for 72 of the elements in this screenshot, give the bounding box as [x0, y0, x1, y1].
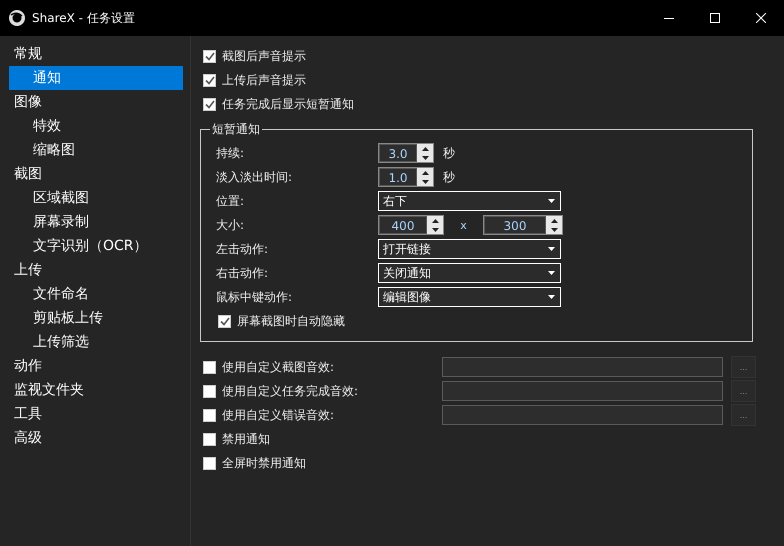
maximize-icon[interactable] — [710, 13, 720, 23]
checkbox-label[interactable]: 使用自定义截图音效: — [222, 358, 334, 376]
checkbox[interactable] — [203, 432, 216, 446]
checkbox-label[interactable]: 上传后声音提示 — [222, 72, 306, 88]
checkbox[interactable] — [203, 360, 216, 374]
sidebar-item[interactable]: 上传筛选 — [9, 330, 183, 354]
checkbox-label[interactable]: 全屏时禁用通知 — [222, 454, 306, 472]
browse-button[interactable]: ... — [731, 404, 756, 426]
browse-button[interactable]: ... — [731, 380, 756, 402]
checkbox-label[interactable]: 截图后声音提示 — [222, 48, 306, 64]
caret-icon — [548, 199, 555, 203]
close-icon[interactable] — [756, 13, 766, 23]
separator-label: x — [459, 218, 468, 232]
sidebar-item[interactable]: 监视文件夹 — [9, 378, 183, 402]
sidebar-item[interactable]: 动作 — [9, 354, 183, 378]
checkbox[interactable] — [218, 314, 231, 328]
caret-icon — [548, 295, 555, 299]
sidebar-item[interactable]: 图像 — [9, 90, 183, 114]
sidebar-item[interactable]: 常规 — [9, 42, 183, 66]
checkbox[interactable] — [203, 50, 216, 62]
field-label: 鼠标中键动作: — [216, 288, 294, 306]
number-field[interactable]: 3.0 — [378, 143, 434, 163]
unit-label: 秒 — [443, 168, 455, 186]
spinner-arrows-icon[interactable] — [546, 216, 562, 234]
sidebar-item[interactable]: 剪贴板上传 — [9, 306, 183, 330]
checkbox[interactable] — [203, 384, 216, 398]
field-label: 淡入淡出时间: — [216, 168, 294, 186]
window-title: ShareX - 任务设置 — [32, 10, 136, 26]
caret-icon — [548, 271, 555, 275]
number-field[interactable]: 400 — [378, 215, 444, 235]
file-path-field[interactable] — [442, 357, 723, 377]
field-label: 右击动作: — [216, 264, 270, 282]
sidebar-item[interactable]: 高级 — [9, 426, 183, 450]
dropdown[interactable]: 关闭通知 — [378, 263, 561, 283]
checkbox-label[interactable]: 任务完成后显示短暂通知 — [222, 96, 354, 112]
checkbox[interactable] — [203, 74, 216, 86]
sidebar-item[interactable]: 上传 — [9, 258, 183, 282]
sidebar-item[interactable]: 缩略图 — [9, 138, 183, 162]
spinner-arrows-icon[interactable] — [427, 216, 443, 234]
browse-button[interactable]: ... — [731, 356, 756, 378]
file-path-field[interactable] — [442, 405, 723, 425]
number-field[interactable]: 300 — [483, 215, 563, 235]
field-label: 左击动作: — [216, 240, 270, 258]
checkbox-label[interactable]: 使用自定义任务完成音效: — [222, 382, 358, 400]
number-field[interactable]: 1.0 — [378, 167, 434, 187]
sidebar-item[interactable]: 文字识别（OCR） — [9, 234, 183, 258]
dropdown[interactable]: 编辑图像 — [378, 287, 561, 307]
field-label: 位置: — [216, 192, 246, 210]
unit-label: 秒 — [443, 144, 455, 162]
field-label: 大小: — [216, 216, 246, 234]
sidebar-item[interactable]: 文件命名 — [9, 282, 183, 306]
sidebar-item[interactable]: 工具 — [9, 402, 183, 426]
checkbox-label[interactable]: 禁用通知 — [222, 430, 270, 448]
checkbox[interactable] — [203, 98, 216, 110]
file-path-field[interactable] — [442, 381, 723, 401]
sidebar-item[interactable]: 区域截图 — [9, 186, 183, 210]
dropdown[interactable]: 右下 — [378, 191, 561, 211]
dropdown[interactable]: 打开链接 — [378, 239, 561, 259]
checkbox-label[interactable]: 使用自定义错误音效: — [222, 406, 334, 424]
spinner-arrows-icon[interactable] — [417, 168, 433, 186]
checkbox-label[interactable]: 屏幕截图时自动隐藏 — [237, 312, 345, 330]
caret-icon — [548, 247, 555, 251]
sidebar-item[interactable]: 截图 — [9, 162, 183, 186]
sidebar-item[interactable]: 特效 — [9, 114, 183, 138]
checkbox[interactable] — [203, 408, 216, 422]
sidebar-item[interactable]: 通知 — [9, 66, 183, 90]
group-title: 短暂通知 — [211, 121, 261, 138]
sidebar-item[interactable]: 屏幕录制 — [9, 210, 183, 234]
app-logo-icon — [8, 9, 26, 27]
field-label: 持续: — [216, 144, 246, 162]
checkbox[interactable] — [203, 456, 216, 470]
spinner-arrows-icon[interactable] — [417, 144, 433, 162]
